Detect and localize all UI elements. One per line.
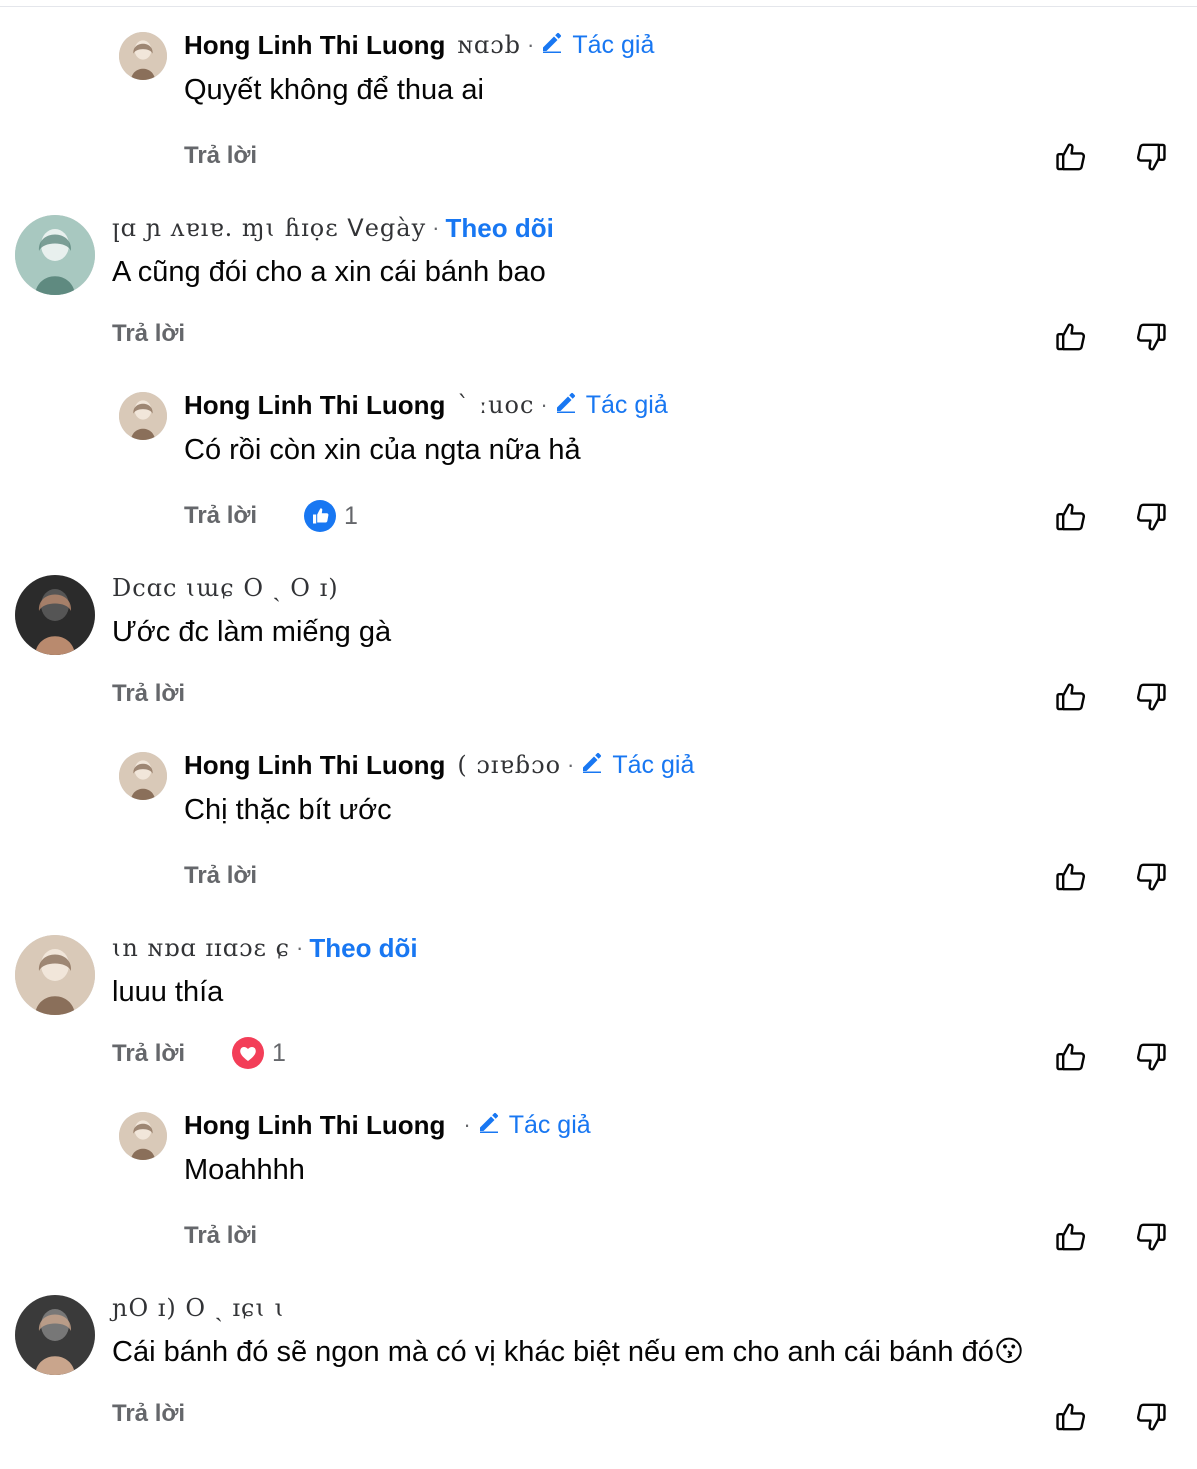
avatar[interactable]: [119, 32, 167, 80]
thumbs-down-icon[interactable]: [1134, 140, 1168, 174]
comment-meta: Hong Linh Thi Luong ( ɔɪɐɓɔo · Tác giả: [184, 750, 694, 780]
thumbs-up-icon[interactable]: [1054, 1400, 1088, 1434]
pencil-icon: [554, 390, 578, 421]
comment-meta: Hong Linh Thi Luong · Tác giả: [184, 1110, 591, 1140]
author-name[interactable]: Hong Linh Thi Luong: [184, 390, 445, 421]
separator-dot: ·: [432, 215, 440, 240]
comment-text: Quyết không để thua ai: [184, 74, 484, 106]
author-badge: Tác giả: [477, 1110, 591, 1141]
reply-button[interactable]: Trả lời: [184, 862, 257, 890]
thumbs-up-icon[interactable]: [1054, 860, 1088, 894]
comment: ɲO ɪ) O ˏ ɪɕɩ ɩ Cái bánh đó sẽ ngon mà có…: [0, 1260, 1197, 1440]
separator-dot: ·: [296, 935, 304, 960]
reaction-count: 1: [272, 1038, 286, 1067]
author-name[interactable]: Hong Linh Thi Luong: [184, 30, 445, 61]
reply-button[interactable]: Trả lời: [112, 1400, 185, 1428]
author-name[interactable]: ɩn ɴɒɑ ɪɪɑɔɛ ɕ: [112, 934, 290, 962]
reply-comment: Hong Linh Thi Luong ( ɔɪɐɓɔo · Tác giả Chị t…: [0, 720, 1197, 900]
author-name[interactable]: ɲO ɪ) O ˏ ɪɕɩ ɩ: [112, 1294, 285, 1323]
author-badge-label: Tác giả: [572, 30, 655, 59]
reaction-count: 1: [344, 501, 358, 530]
thumbs-up-icon[interactable]: [1054, 320, 1088, 354]
comment-meta: Dcɑc ɩɯɕ O ˏ O ɪ): [112, 573, 339, 603]
reaction-summary[interactable]: 1: [304, 500, 358, 532]
reply-comment: Hong Linh Thi Luong ɴɑɔb · Tác giả Quyết khô…: [0, 0, 1197, 180]
reply-button[interactable]: Trả lời: [112, 320, 185, 348]
reply-button[interactable]: Trả lời: [184, 1222, 257, 1250]
thumbs-down-icon[interactable]: [1134, 500, 1168, 534]
pencil-icon: [477, 1110, 501, 1141]
thumbs-down-icon[interactable]: [1134, 680, 1168, 714]
avatar[interactable]: [15, 215, 95, 295]
reply-button[interactable]: Trả lời: [184, 142, 257, 170]
reply-button[interactable]: Trả lời: [184, 502, 257, 530]
comment-meta: ɩn ɴɒɑ ɪɪɑɔɛ ɕ · Theo dõi: [112, 933, 418, 963]
author-badge: Tác giả: [580, 750, 694, 781]
comment: ɩn ɴɒɑ ɪɪɑɔɛ ɕ · Theo dõi luuu thía Trả lời 1: [0, 900, 1197, 1080]
separator-dot: ·: [540, 392, 548, 417]
author-badge: Tác giả: [540, 30, 654, 61]
thumbs-up-icon[interactable]: [1054, 1220, 1088, 1254]
author-name[interactable]: Hong Linh Thi Luong: [184, 1110, 445, 1141]
pencil-icon: [540, 30, 564, 61]
thumbs-down-icon[interactable]: [1134, 320, 1168, 354]
comment-meta: Hong Linh Thi Luong ˋ ːuoc · Tác giả: [184, 390, 668, 420]
timestamp[interactable]: ˋ ːuoc: [457, 391, 534, 419]
author-badge-label: Tác giả: [585, 390, 668, 419]
separator-dot: ·: [527, 32, 535, 57]
follow-button[interactable]: Theo dõi: [309, 933, 417, 964]
thumbs-up-icon[interactable]: [1054, 140, 1088, 174]
thumbs-down-icon[interactable]: [1134, 1400, 1168, 1434]
timestamp[interactable]: ɴɑɔb: [457, 31, 521, 59]
comment-text: A cũng đói cho a xin cái bánh bao: [112, 256, 546, 288]
separator-dot: ·: [567, 752, 575, 777]
comment-text: Cái bánh đó sẽ ngon mà có vị khác biệt n…: [112, 1336, 1025, 1368]
author-name[interactable]: ꞁɑ ɲ ʌɐıɐ. ɱɩ ɦɪọɛ ᐯegày: [112, 214, 426, 242]
reply-button[interactable]: Trả lời: [112, 680, 185, 708]
comment-text: luuu thía: [112, 976, 224, 1008]
avatar[interactable]: [119, 752, 167, 800]
separator-dot: ·: [463, 1112, 471, 1137]
avatar[interactable]: [15, 935, 95, 1015]
author-name[interactable]: Dcɑc ɩɯɕ O ˏ O ɪ): [112, 574, 339, 603]
comment-meta: ꞁɑ ɲ ʌɐıɐ. ɱɩ ɦɪọɛ ᐯegày · Theo dõi: [112, 213, 554, 243]
comment: Dcɑc ɩɯɕ O ˏ O ɪ) Ước đc làm miếng gà Trả …: [0, 540, 1197, 720]
author-badge-label: Tác giả: [612, 750, 695, 779]
love-reaction-icon: [232, 1037, 264, 1069]
thumbs-up-icon[interactable]: [1054, 500, 1088, 534]
reply-comment: Hong Linh Thi Luong · Tác giả Moahhhh Trả lờ…: [0, 1080, 1197, 1260]
pencil-icon: [580, 750, 604, 781]
comment-text: Ước đc làm miếng gà: [112, 616, 392, 648]
timestamp[interactable]: ( ɔɪɐɓɔo: [457, 751, 561, 779]
reply-comment: Hong Linh Thi Luong ˋ ːuoc · Tác giả Có rồi …: [0, 360, 1197, 540]
thumbs-up-icon[interactable]: [1054, 1040, 1088, 1074]
comment-text: Moahhhh: [184, 1154, 305, 1186]
comment-meta: Hong Linh Thi Luong ɴɑɔb · Tác giả: [184, 30, 654, 60]
thumbs-down-icon[interactable]: [1134, 860, 1168, 894]
comment-text: Có rồi còn xin của ngta nữa hả: [184, 434, 581, 466]
thumbs-down-icon[interactable]: [1134, 1220, 1168, 1254]
author-badge: Tác giả: [554, 390, 668, 421]
avatar[interactable]: [15, 575, 95, 655]
comment-meta: ɲO ɪ) O ˏ ɪɕɩ ɩ: [112, 1293, 285, 1323]
author-badge-label: Tác giả: [508, 1110, 591, 1139]
avatar[interactable]: [119, 392, 167, 440]
comment: ꞁɑ ɲ ʌɐıɐ. ɱɩ ɦɪọɛ ᐯegày · Theo dõi A cũng …: [0, 180, 1197, 360]
avatar[interactable]: [15, 1295, 95, 1375]
thumbs-down-icon[interactable]: [1134, 1040, 1168, 1074]
avatar[interactable]: [119, 1112, 167, 1160]
thumbs-up-icon[interactable]: [1054, 680, 1088, 714]
follow-button[interactable]: Theo dõi: [445, 213, 553, 244]
author-name[interactable]: Hong Linh Thi Luong: [184, 750, 445, 781]
reaction-summary[interactable]: 1: [232, 1037, 286, 1069]
comment-text: Chị thặc bít ước: [184, 794, 392, 826]
reply-button[interactable]: Trả lời: [112, 1040, 185, 1068]
like-reaction-icon: [304, 500, 336, 532]
